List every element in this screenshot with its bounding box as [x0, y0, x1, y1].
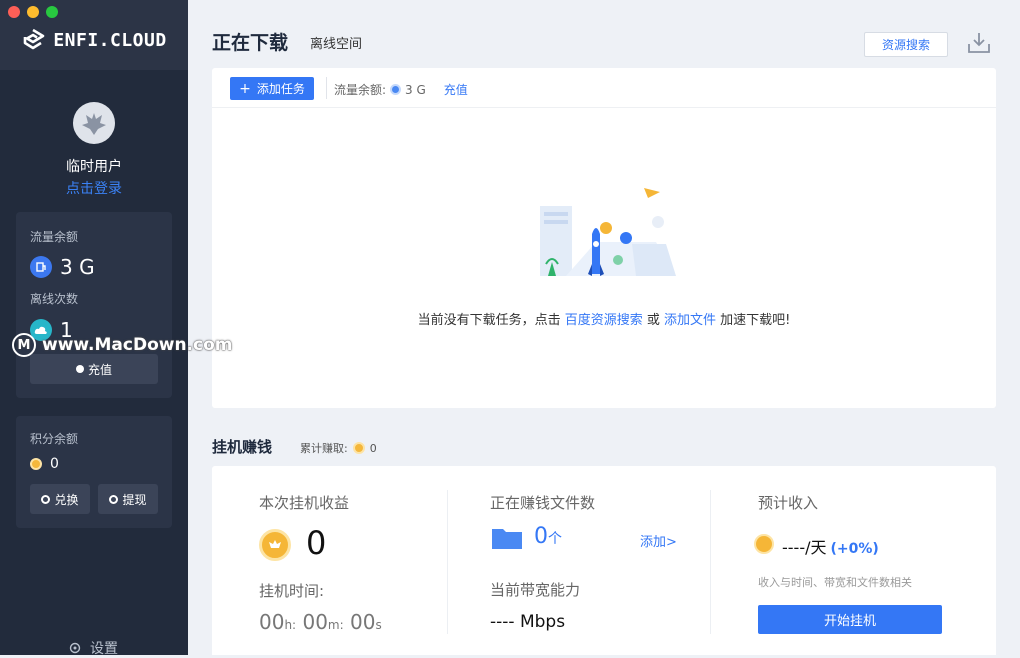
- exchange-button[interactable]: 兑换: [30, 484, 90, 514]
- sidebar: ENFI.CLOUD 临时用户 点击登录 流量余额 3 G 离线次数 1 充值: [0, 0, 188, 658]
- idle-time-value: 00h: 00m: 00s: [259, 610, 382, 634]
- toolbar-divider: [326, 77, 327, 99]
- files-value: 0: [534, 524, 548, 549]
- income-hint: 收入与时间、带宽和文件数相关: [758, 576, 912, 589]
- folder-icon: [492, 529, 522, 549]
- watermark-mark: M: [12, 333, 36, 357]
- add-files-link[interactable]: 添加>: [640, 531, 677, 550]
- estimated-income: ----/天 (+0%): [782, 534, 879, 558]
- recharge-button-label: 充值: [87, 362, 112, 377]
- coin-icon: [352, 442, 365, 454]
- hours-unit: h:: [284, 618, 297, 632]
- window-controls: [8, 6, 58, 18]
- earn-total: 累计赚取: 0: [300, 440, 377, 456]
- points-label: 积分余额: [30, 432, 79, 446]
- idle-time-label: 挂机时间:: [259, 582, 325, 600]
- page-title: 正在下载: [212, 32, 289, 54]
- traffic-label: 流量余额: [30, 230, 79, 244]
- column-divider: [447, 490, 448, 634]
- recharge-link[interactable]: 充值: [444, 81, 468, 98]
- brand-name: ENFI.CLOUD: [53, 29, 167, 51]
- traffic-value: 3 G: [60, 255, 95, 279]
- exchange-icon: [41, 494, 51, 504]
- start-idle-button[interactable]: 开始挂机: [758, 605, 942, 634]
- idle-seconds: 00: [350, 610, 376, 634]
- close-window-button[interactable]: [8, 6, 20, 18]
- exchange-button-label: 兑换: [54, 492, 79, 507]
- estimated-income-label: 预计收入: [758, 494, 819, 512]
- idle-minutes: 00: [302, 610, 328, 634]
- idle-hours: 00: [259, 610, 285, 634]
- recharge-button[interactable]: 充值: [30, 354, 158, 384]
- traffic-row: 3 G: [30, 255, 95, 279]
- bat-avatar-icon: [82, 113, 106, 135]
- earning-files-label: 正在赚钱文件数: [490, 494, 596, 512]
- username: 临时用户: [66, 159, 122, 175]
- earn-title: 挂机赚钱: [212, 438, 273, 456]
- minutes-unit: m:: [327, 618, 344, 632]
- add-file-link[interactable]: 添加文件: [664, 313, 716, 328]
- watermark-text: www.MacDown.com: [42, 335, 233, 355]
- withdraw-button-label: 提现: [122, 492, 147, 507]
- withdraw-icon: [109, 494, 119, 504]
- offline-label: 离线次数: [30, 292, 79, 306]
- bandwidth-value: ---- Mbps: [490, 612, 566, 632]
- coin-icon: [754, 534, 774, 554]
- minimize-window-button[interactable]: [27, 6, 39, 18]
- tab-offline-space[interactable]: 离线空间: [310, 33, 362, 52]
- points-value: 0: [50, 456, 59, 472]
- earn-panel: 本次挂机收益 0 挂机时间: 00h: 00m: 00s 正在赚钱文件数 0个 …: [212, 466, 996, 655]
- watermark: M www.MacDown.com: [12, 333, 232, 357]
- earn-total-value: 0: [369, 441, 377, 455]
- gear-icon: [69, 642, 81, 654]
- quota-label: 流量余额:: [334, 83, 387, 97]
- traffic-card: 流量余额 3 G 离线次数 1 充值: [16, 212, 172, 398]
- seconds-unit: s: [375, 618, 382, 632]
- login-link[interactable]: 点击登录: [0, 178, 188, 198]
- add-task-button[interactable]: + 添加任务: [230, 77, 314, 100]
- baidu-resource-search-link[interactable]: 百度资源搜索: [565, 313, 643, 328]
- resource-search-button[interactable]: 资源搜索: [864, 32, 948, 57]
- plus-icon: +: [239, 80, 251, 97]
- empty-msg-text: 或: [642, 313, 665, 328]
- add-task-label: 添加任务: [256, 82, 305, 96]
- points-row: 0: [30, 456, 59, 472]
- estimated-income-value: ----/天: [782, 538, 827, 557]
- estimated-income-pct: (+0%): [830, 541, 879, 557]
- session-earnings-label: 本次挂机收益: [259, 494, 350, 512]
- downloads-toolbar: + 添加任务 流量余额: 3 G 充值: [212, 68, 996, 108]
- points-card: 积分余额 0 兑换 提现: [16, 416, 172, 528]
- zoom-window-button[interactable]: [46, 6, 58, 18]
- coin-icon: [30, 458, 42, 470]
- coin-icon: [75, 365, 84, 373]
- empty-message: 当前没有下载任务，点击 百度资源搜索 或 添加文件 加速下载吧!: [212, 309, 996, 328]
- empty-illustration: [540, 188, 676, 276]
- withdraw-button[interactable]: 提现: [98, 484, 158, 514]
- files-unit: 个: [548, 531, 562, 547]
- empty-msg-text: 加速下载吧!: [716, 313, 791, 328]
- session-earnings-value: 0: [306, 524, 327, 562]
- coin-icon: [259, 529, 291, 561]
- traffic-icon: [30, 256, 52, 278]
- settings-button[interactable]: 设置: [68, 638, 118, 658]
- quota-info: 流量余额: 3 G 充值: [334, 81, 468, 98]
- settings-label: 设置: [90, 641, 118, 657]
- bandwidth-label: 当前带宽能力: [490, 581, 581, 599]
- empty-msg-text: 当前没有下载任务，点击: [417, 313, 565, 328]
- quota-value: 3 G: [405, 82, 426, 97]
- downloads-panel: + 添加任务 流量余额: 3 G 充值 当前没有下载任务，点击 百度资源搜索 或…: [212, 68, 996, 408]
- enfi-logo-icon: [24, 28, 45, 50]
- avatar[interactable]: [73, 102, 115, 144]
- earn-total-label: 累计赚取:: [300, 442, 348, 455]
- download-icon[interactable]: [966, 30, 992, 56]
- column-divider: [710, 490, 711, 634]
- traffic-icon: [390, 84, 402, 95]
- earning-files-count: 0个: [534, 524, 562, 549]
